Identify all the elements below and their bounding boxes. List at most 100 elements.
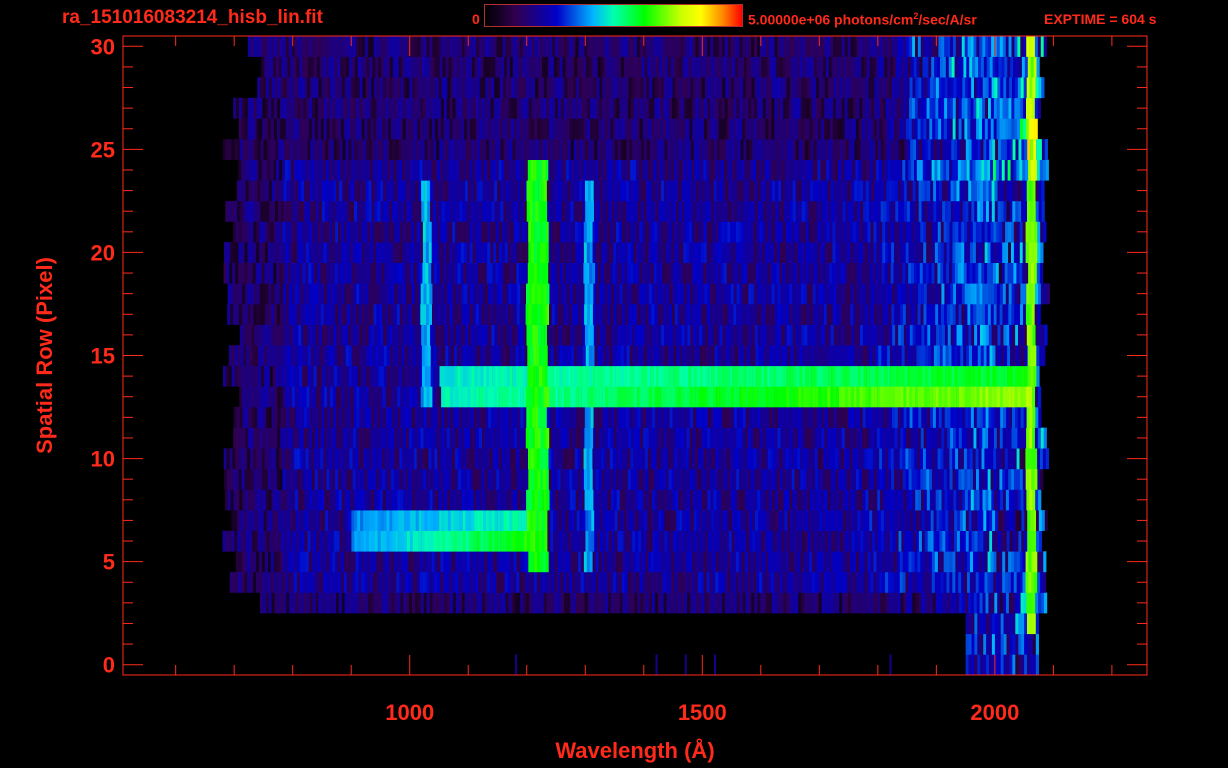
heatmap-cell	[425, 262, 429, 284]
heatmap-cell	[787, 510, 791, 531]
heatmap-cell	[826, 262, 830, 284]
heatmap-cell	[519, 242, 523, 263]
heatmap-cell	[489, 262, 493, 284]
heatmap-cell	[402, 551, 406, 573]
heatmap-cell	[786, 283, 790, 305]
heatmap-cell	[323, 448, 327, 470]
heatmap-cell	[726, 262, 730, 284]
heatmap-cell	[818, 592, 822, 614]
heatmap-cell	[370, 571, 374, 593]
heatmap-cell	[595, 262, 599, 284]
heatmap-cell	[317, 242, 321, 263]
heatmap-cell	[842, 530, 847, 552]
heatmap-cell	[907, 365, 911, 387]
heatmap-cell	[423, 283, 427, 305]
heatmap-cell	[293, 262, 297, 284]
heatmap-cell	[680, 448, 684, 470]
heatmap-cell	[233, 427, 237, 449]
heatmap-cell	[754, 386, 758, 408]
heatmap-cell	[826, 448, 830, 470]
heatmap-cell	[240, 365, 244, 387]
heatmap-cell	[273, 571, 277, 593]
heatmap-cell	[428, 448, 432, 470]
heatmap-cell	[1025, 571, 1029, 593]
heatmap-cell	[462, 345, 467, 367]
heatmap-cell	[517, 283, 521, 305]
heatmap-cell	[777, 427, 781, 449]
heatmap-cell	[645, 386, 650, 408]
heatmap-cell	[633, 571, 637, 593]
heatmap-cell	[239, 427, 243, 449]
heatmap-cell	[274, 324, 279, 346]
heatmap-cell	[461, 551, 465, 573]
heatmap-cell	[737, 365, 742, 387]
heatmap-cell	[878, 365, 882, 387]
heatmap-cell	[303, 551, 307, 573]
heatmap-cell	[573, 510, 577, 531]
heatmap-cell	[535, 510, 539, 531]
heatmap-cell	[283, 427, 287, 449]
heatmap-cell	[926, 468, 930, 490]
heatmap-cell	[420, 489, 424, 511]
heatmap-cell	[636, 304, 640, 325]
heatmap-row	[228, 345, 1046, 367]
heatmap-cell	[681, 592, 685, 614]
heatmap-cell	[701, 386, 705, 408]
heatmap-cell	[283, 407, 287, 428]
heatmap-cell	[553, 365, 557, 387]
heatmap-cell	[970, 304, 974, 325]
heatmap-cell	[460, 571, 464, 593]
heatmap-cell	[845, 530, 849, 552]
heatmap-cell	[926, 283, 930, 305]
heatmap-cell	[950, 386, 954, 408]
heatmap-cell	[716, 386, 720, 408]
heatmap-cell	[531, 386, 535, 408]
heatmap-cell	[224, 242, 228, 263]
heatmap-cell	[499, 592, 503, 614]
heatmap-cell	[338, 468, 342, 490]
heatmap-cell	[525, 571, 529, 593]
heatmap-cell	[490, 448, 494, 470]
heatmap-cell	[602, 489, 606, 511]
heatmap-cell	[297, 283, 301, 305]
heatmap-cell	[473, 427, 477, 449]
heatmap-cell	[698, 468, 702, 490]
heatmap-cell	[526, 324, 530, 346]
heatmap-cell	[261, 345, 265, 367]
heatmap-cell	[737, 510, 741, 531]
heatmap-cell	[1002, 551, 1006, 573]
heatmap-cell	[486, 345, 490, 367]
heatmap-cell	[976, 386, 980, 408]
heatmap-cell	[627, 551, 631, 573]
heatmap-cell	[1036, 345, 1040, 367]
heatmap-cell	[1005, 551, 1009, 573]
heatmap-cell	[495, 448, 499, 470]
heatmap-cell	[540, 468, 544, 490]
heatmap-cell	[622, 386, 626, 408]
heatmap-cell	[783, 427, 787, 449]
heatmap-cell	[582, 324, 586, 346]
heatmap-cell	[725, 407, 729, 428]
heatmap-cell	[686, 468, 690, 490]
heatmap-cell	[838, 448, 842, 470]
heatmap-cell	[312, 304, 316, 325]
heatmap-cell	[921, 592, 925, 614]
heatmap-cell	[336, 510, 340, 531]
heatmap-cell	[535, 324, 539, 346]
heatmap-cell	[469, 262, 473, 284]
heatmap-cell	[578, 468, 582, 490]
heatmap-cell	[465, 510, 469, 531]
heatmap-cell	[506, 324, 510, 346]
heatmap-cell	[392, 345, 396, 367]
heatmap-cell	[377, 510, 381, 531]
heatmap-cell	[234, 365, 238, 387]
heatmap-cell	[657, 427, 661, 449]
heatmap-cell	[473, 592, 477, 614]
heatmap-cell	[747, 571, 751, 593]
heatmap-cell	[320, 551, 324, 573]
heatmap-cell	[730, 551, 734, 573]
heatmap-cell	[745, 283, 749, 305]
heatmap-cell	[316, 530, 320, 552]
heatmap-cell	[306, 427, 310, 449]
heatmap-cell	[324, 324, 328, 346]
